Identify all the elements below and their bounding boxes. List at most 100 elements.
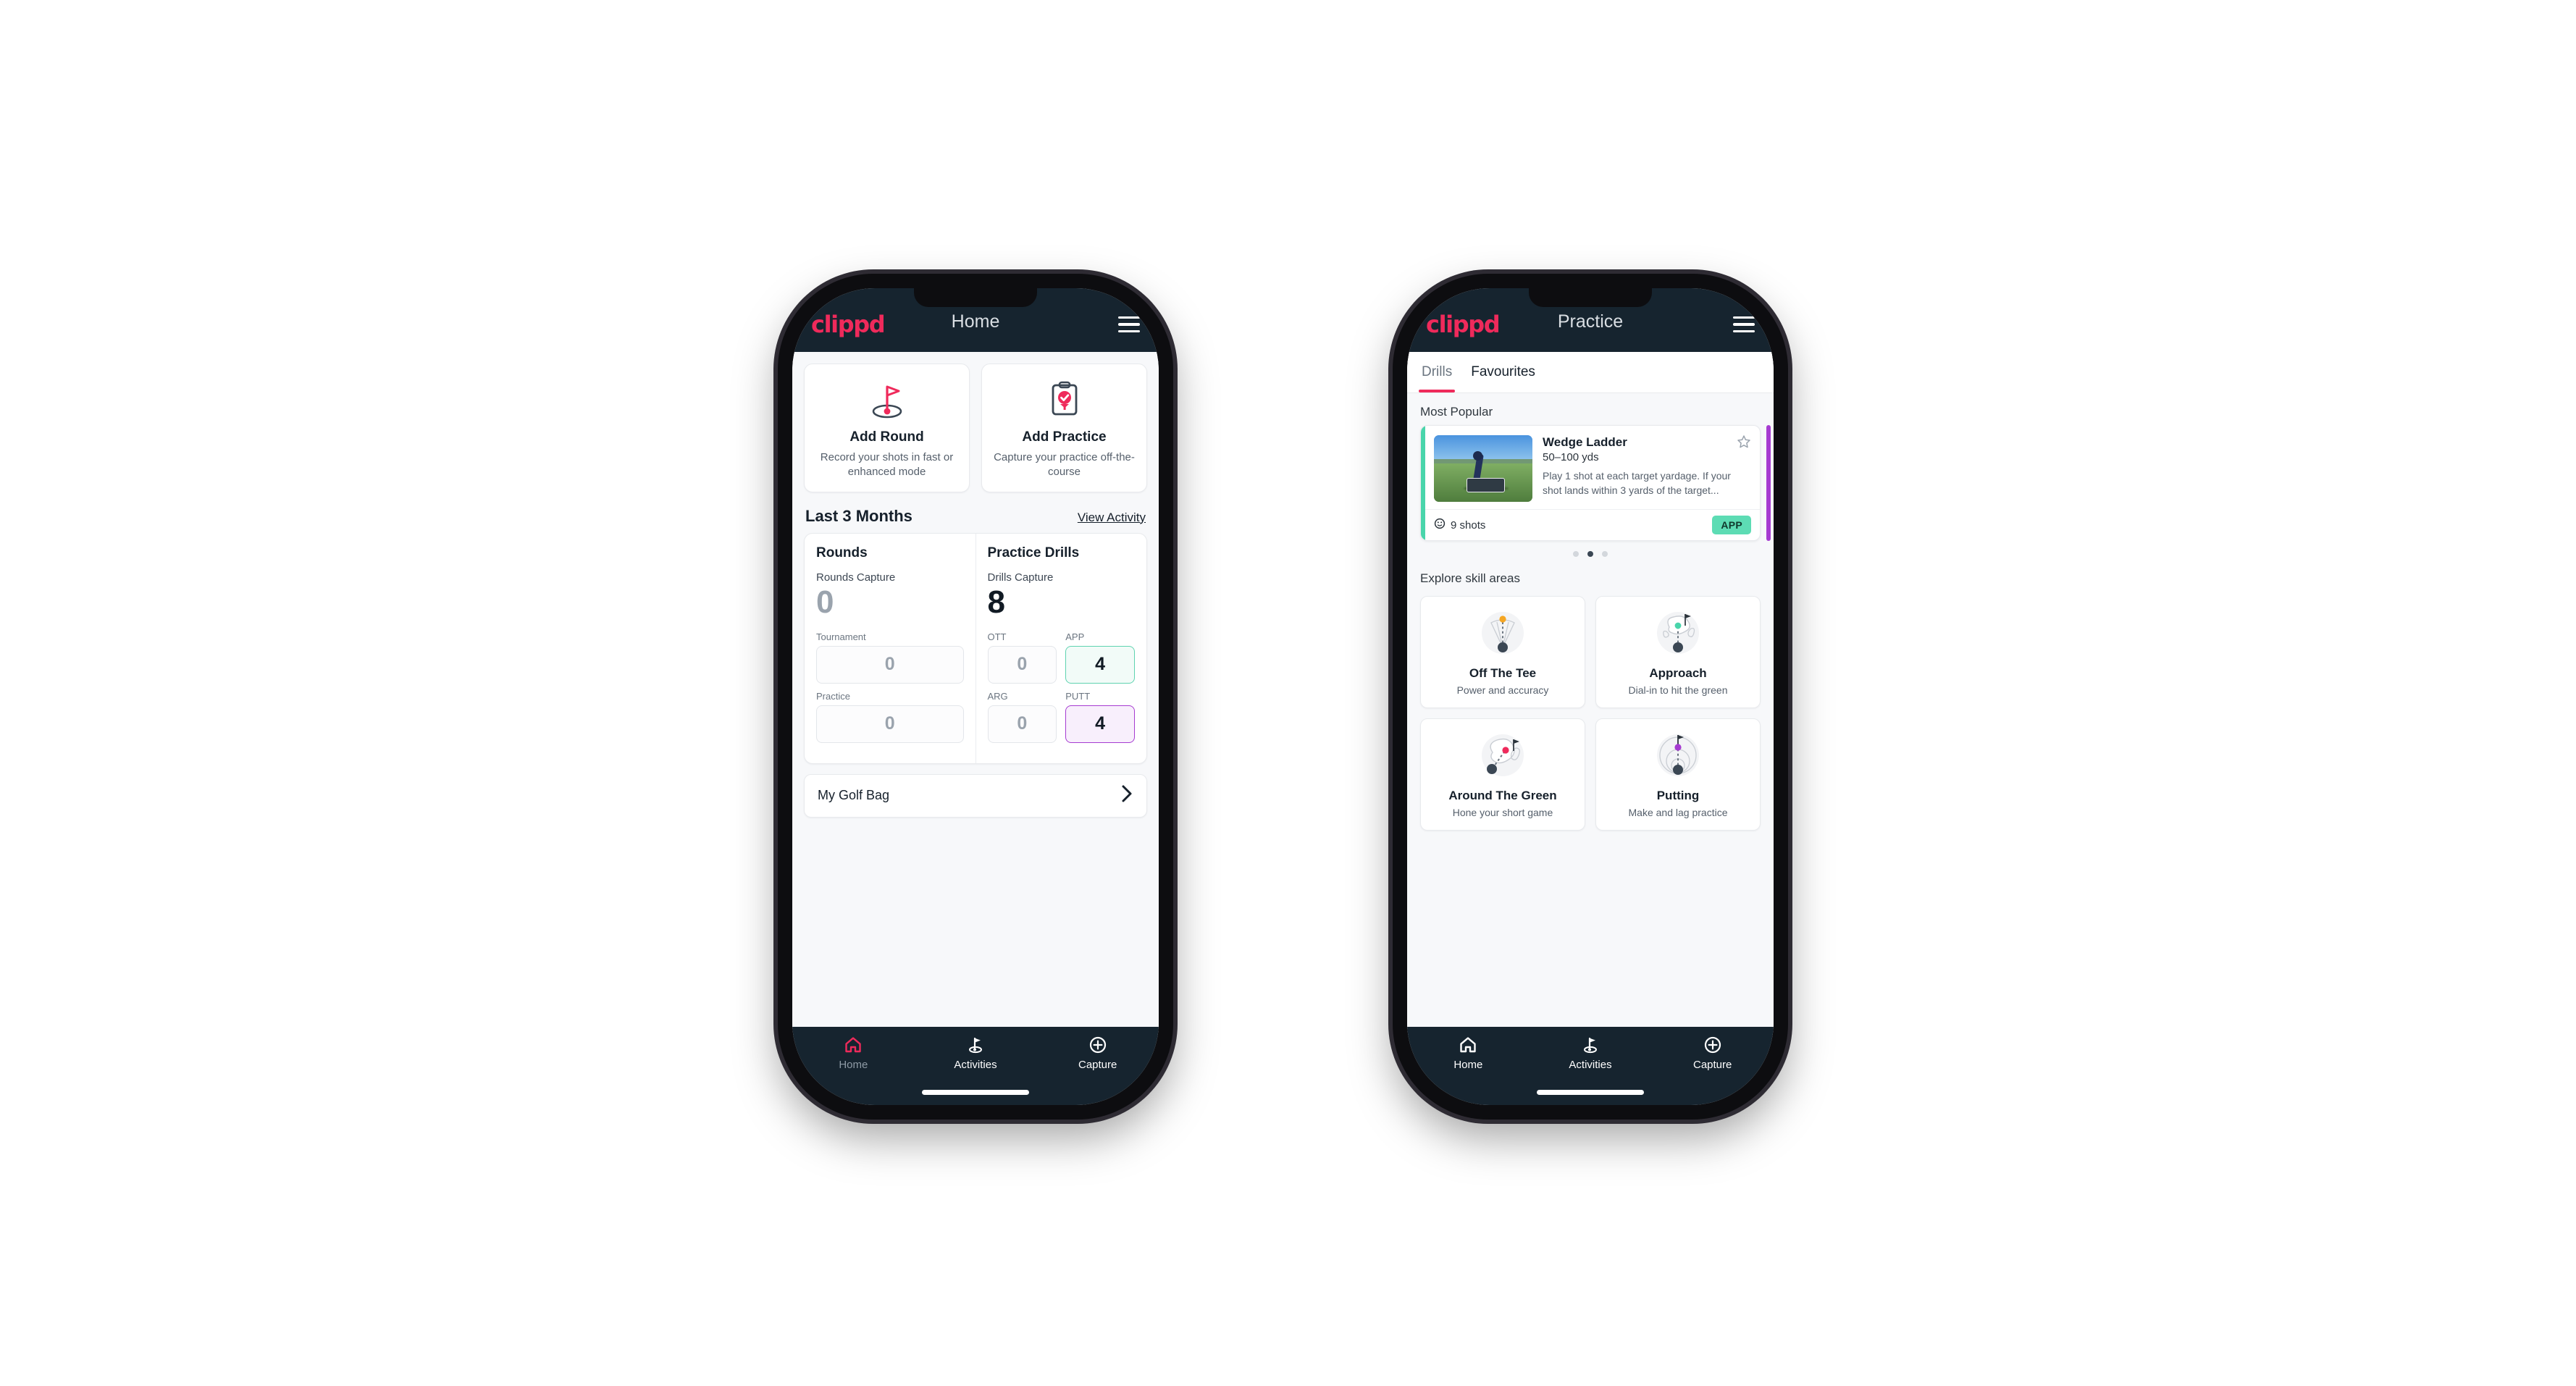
device-notch — [914, 288, 1037, 307]
skill-subtitle: Dial-in to hit the green — [1628, 684, 1728, 696]
putting-rings-icon — [1602, 729, 1754, 784]
golf-flag-icon — [812, 377, 962, 422]
home-icon — [844, 1036, 863, 1054]
tab-drills[interactable]: Drills — [1418, 352, 1456, 392]
drill-card[interactable]: Wedge Ladder 50–100 yds Play 1 shot at e… — [1420, 425, 1761, 541]
nav-capture-label: Capture — [1078, 1059, 1117, 1071]
skill-card-approach[interactable]: Approach Dial-in to hit the green — [1595, 596, 1761, 708]
rounds-fields: Tournament 0 Practice 0 — [816, 631, 964, 743]
carousel-dot[interactable] — [1602, 551, 1608, 557]
app-value: 4 — [1065, 645, 1135, 684]
view-activity-link[interactable]: View Activity — [1078, 511, 1146, 525]
app-tile[interactable]: APP 4 — [1065, 631, 1135, 684]
hamburger-menu-icon[interactable] — [1733, 316, 1755, 333]
skill-card-off-the-tee[interactable]: Off The Tee Power and accuracy — [1420, 596, 1585, 708]
putt-label: PUTT — [1065, 690, 1091, 702]
screen-practice: clippd Practice Drills Favourites Most P… — [1407, 288, 1774, 1105]
drills-caption: Drills Capture — [987, 571, 1054, 584]
nav-home[interactable]: Home — [792, 1036, 915, 1071]
rounds-heading: Rounds — [816, 545, 868, 560]
nav-capture[interactable]: Capture — [1036, 1036, 1159, 1071]
bottom-navigation-home: Home Activities Capture — [792, 1027, 1159, 1105]
drill-description: Play 1 shot at each target yardage. If y… — [1543, 470, 1731, 496]
rounds-caption: Rounds Capture — [816, 571, 896, 584]
skill-card-around-the-green[interactable]: Around The Green Hone your short game — [1420, 718, 1585, 831]
carousel-dots — [1407, 541, 1774, 560]
nav-activities-label: Activities — [954, 1059, 997, 1071]
practice-tabs: Drills Favourites — [1407, 352, 1774, 393]
drills-heading: Practice Drills — [987, 545, 1080, 560]
golf-flag-icon — [965, 1036, 986, 1054]
section-header: Last 3 Months View Activity — [792, 492, 1159, 533]
approach-green-icon — [1602, 607, 1754, 662]
chevron-right-icon — [1121, 784, 1133, 807]
arg-value: 0 — [987, 705, 1057, 743]
drill-thumbnail — [1434, 435, 1532, 502]
drill-category-badge: APP — [1712, 516, 1751, 534]
tournament-label: Tournament — [816, 631, 866, 642]
drill-shots-label: 9 shots — [1451, 518, 1486, 532]
explore-skill-areas-label: Explore skill areas — [1420, 571, 1520, 585]
nav-activities[interactable]: Activities — [1530, 1036, 1652, 1071]
home-content: Add Round Record your shots in fast or e… — [792, 352, 1159, 1027]
drill-body: Wedge Ladder 50–100 yds Play 1 shot at e… — [1421, 426, 1760, 509]
putt-tile[interactable]: PUTT 4 — [1065, 691, 1135, 743]
target-icon — [1434, 518, 1446, 532]
device-notch — [1529, 288, 1652, 307]
skill-subtitle: Make and lag practice — [1628, 807, 1728, 818]
section-title: Last 3 Months — [805, 506, 912, 525]
ott-value: 0 — [987, 645, 1057, 684]
nav-capture[interactable]: Capture — [1651, 1036, 1774, 1071]
tournament-value: 0 — [816, 645, 964, 684]
tournament-field[interactable]: Tournament 0 — [816, 631, 964, 684]
ott-tile[interactable]: OTT 0 — [987, 631, 1057, 684]
carousel-dot[interactable] — [1573, 551, 1579, 557]
skill-subtitle: Power and accuracy — [1456, 684, 1549, 696]
skill-areas-grid: Off The Tee Power and accuracy Approach … — [1407, 592, 1774, 831]
skill-subtitle: Hone your short game — [1452, 807, 1553, 818]
practice-field[interactable]: Practice 0 — [816, 691, 964, 743]
star-outline-icon[interactable] — [1737, 434, 1751, 453]
add-round-subtitle: Record your shots in fast or enhanced mo… — [820, 451, 954, 479]
clippd-logo: clippd — [1426, 311, 1501, 338]
practice-label: Practice — [816, 690, 850, 702]
tab-favourites[interactable]: Favourites — [1471, 352, 1535, 392]
nav-home-label: Home — [839, 1059, 868, 1071]
golf-flag-icon — [1580, 1036, 1600, 1054]
plus-circle-icon — [1088, 1036, 1107, 1054]
add-practice-card[interactable]: Add Practice Capture your practice off-t… — [981, 364, 1147, 492]
my-golf-bag-row[interactable]: My Golf Bag — [804, 773, 1147, 818]
quick-actions: Add Round Record your shots in fast or e… — [792, 352, 1159, 492]
rounds-column: Rounds Rounds Capture 0 Tournament 0 Pra… — [805, 534, 976, 763]
drill-meta: Wedge Ladder 50–100 yds Play 1 shot at e… — [1543, 435, 1750, 502]
carousel-dot-active[interactable] — [1587, 551, 1593, 557]
nav-home[interactable]: Home — [1407, 1036, 1530, 1071]
phone-device-practice: clippd Practice Drills Favourites Most P… — [1393, 274, 1788, 1120]
screen-home: clippd Home Add Round Record your shots … — [792, 288, 1159, 1105]
next-card-accent — [1766, 425, 1771, 541]
drill-yardage: 50–100 yds — [1543, 451, 1599, 463]
drill-title: Wedge Ladder — [1543, 435, 1627, 449]
nav-activities[interactable]: Activities — [915, 1036, 1037, 1071]
rounds-value: 0 — [816, 584, 834, 620]
skill-title: Putting — [1656, 789, 1700, 802]
clippd-logo: clippd — [811, 311, 886, 338]
add-round-card[interactable]: Add Round Record your shots in fast or e… — [804, 364, 970, 492]
skill-title: Around The Green — [1448, 789, 1557, 802]
drills-tiles: OTT 0 APP 4 ARG 0 PUTT 4 — [987, 631, 1135, 743]
drill-carousel[interactable]: Wedge Ladder 50–100 yds Play 1 shot at e… — [1407, 425, 1774, 541]
skill-card-putting[interactable]: Putting Make and lag practice — [1595, 718, 1761, 831]
home-icon — [1459, 1036, 1477, 1054]
canvas: clippd Home Add Round Record your shots … — [0, 0, 2576, 1386]
phone-device-home: clippd Home Add Round Record your shots … — [778, 274, 1173, 1120]
skill-title: Approach — [1649, 666, 1707, 680]
stats-card: Rounds Rounds Capture 0 Tournament 0 Pra… — [804, 532, 1147, 764]
ott-label: OTT — [987, 631, 1007, 642]
add-practice-title: Add Practice — [1022, 429, 1107, 445]
tab-drills-label: Drills — [1422, 364, 1453, 379]
hamburger-menu-icon[interactable] — [1118, 316, 1140, 333]
arg-tile[interactable]: ARG 0 — [987, 691, 1057, 743]
drill-footer: 9 shots APP — [1421, 509, 1760, 540]
app-label: APP — [1065, 631, 1085, 642]
skill-title: Off The Tee — [1469, 666, 1537, 680]
